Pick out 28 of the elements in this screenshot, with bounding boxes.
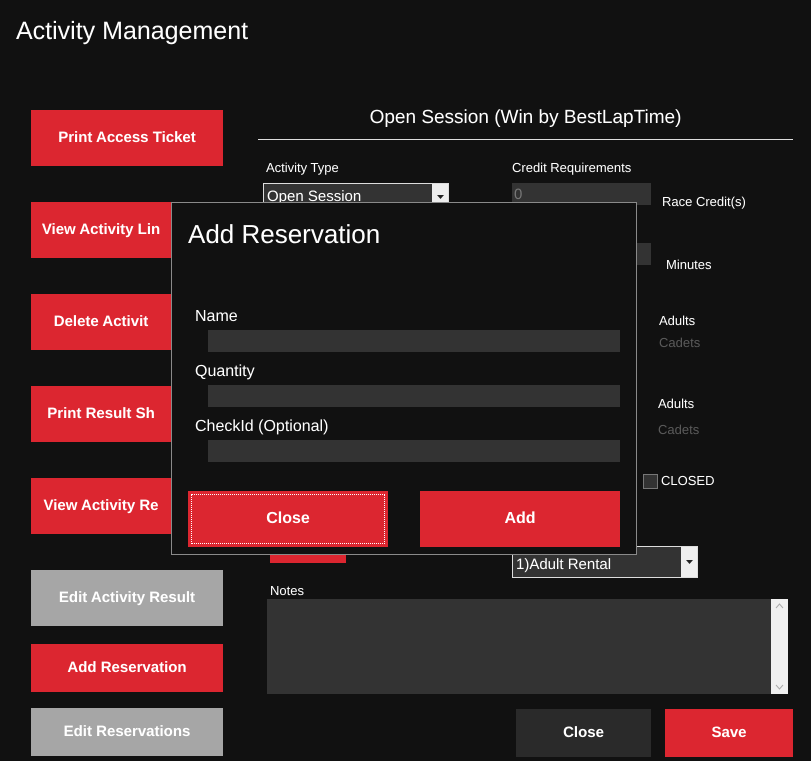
- input-field[interactable]: [208, 440, 620, 462]
- field-label: Activity Type: [266, 160, 339, 175]
- close-button[interactable]: Close: [516, 709, 651, 757]
- unit-label: Race Credit(s): [662, 194, 746, 210]
- caret-icon: [436, 195, 444, 199]
- field-label: Notes: [270, 583, 304, 599]
- scroll-down-icon[interactable]: [775, 684, 784, 690]
- save-button[interactable]: Save: [665, 709, 793, 757]
- input-field[interactable]: [208, 385, 620, 407]
- checkbox-label: CLOSED: [661, 473, 714, 489]
- scroll-up-icon[interactable]: [775, 603, 784, 609]
- side-button[interactable]: Add Reservation: [31, 644, 223, 692]
- caret-icon: [686, 560, 692, 564]
- window-title: Activity Management: [16, 16, 248, 46]
- option-label: Cadets: [658, 422, 700, 439]
- close-button[interactable]: Close: [188, 491, 388, 547]
- section-title: Open Session (Win by BestLapTime): [258, 104, 793, 140]
- notes-field[interactable]: [267, 599, 788, 694]
- input-field[interactable]: [208, 330, 620, 352]
- field-label: Quantity: [195, 362, 255, 382]
- checkbox[interactable]: [643, 474, 658, 488]
- option-label: Adults: [659, 313, 696, 330]
- side-button[interactable]: Print Access Ticket: [31, 110, 223, 166]
- add-button[interactable]: Add: [420, 491, 620, 547]
- option-label: Cadets: [659, 335, 700, 352]
- field-label: Credit Requirements: [512, 160, 632, 175]
- unit-label: Minutes: [666, 257, 712, 273]
- option-label: Adults: [658, 396, 694, 413]
